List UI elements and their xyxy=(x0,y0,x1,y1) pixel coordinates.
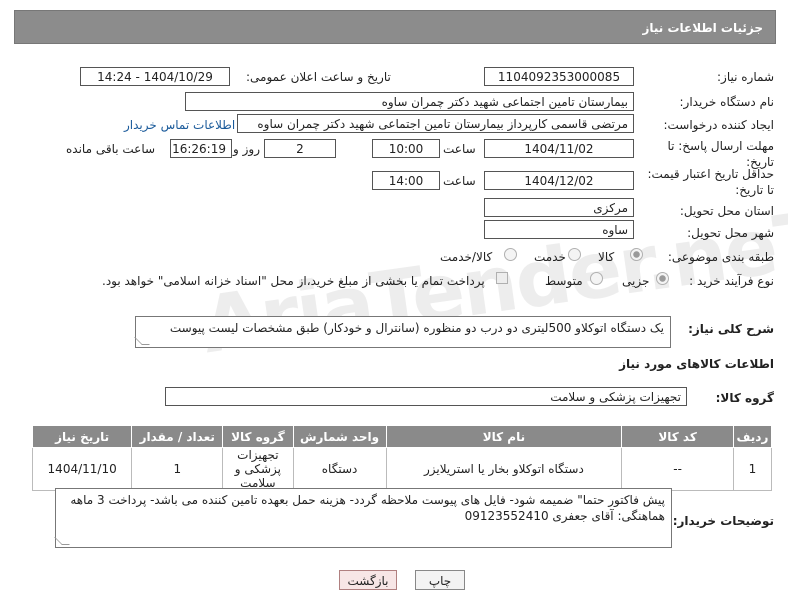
city-label: شهر محل تحویل: xyxy=(687,226,774,240)
resize-grip-icon[interactable] xyxy=(134,337,150,345)
reply-time-field: 10:00 xyxy=(372,139,440,158)
col-header-qty: تعداد / مقدار xyxy=(131,425,224,448)
goods-group-label: گروه کالا: xyxy=(715,391,774,405)
days-label: روز و xyxy=(233,142,260,156)
days-remaining-field: 2 xyxy=(264,139,336,158)
page-title: جزئیات اطلاعات نیاز xyxy=(14,10,776,44)
category-radio-goods[interactable] xyxy=(630,248,643,264)
remaining-time-label: ساعت باقی مانده xyxy=(66,142,156,156)
buyer-notes-label: توضیحات خریدار: xyxy=(672,514,774,528)
treasury-payment-note: پرداخت تمام یا بخشی از مبلغ خرید،از محل … xyxy=(102,274,485,288)
col-header-date: تاریخ نیاز xyxy=(31,425,133,448)
city-field: ساوه xyxy=(484,220,634,239)
cell-name: دستگاه اتوکلاو بخار یا استریلایزر xyxy=(385,447,623,491)
cell-date: 1404/11/10 xyxy=(31,447,133,491)
category-service-label: خدمت xyxy=(534,250,566,264)
cell-row: 1 xyxy=(732,447,773,491)
need-number-field: 1104092353000085 xyxy=(484,67,634,86)
price-validity-label: حداقل تاریخ اعتبار قیمت: تا تاریخ: xyxy=(647,167,774,197)
table-row[interactable]: 1 -- دستگاه اتوکلاو بخار یا استریلایزر د… xyxy=(31,447,773,491)
resize-grip-icon[interactable] xyxy=(54,537,70,545)
category-goods-label: کالا xyxy=(598,250,615,264)
col-header-unit: واحد شمارش xyxy=(292,425,387,448)
goods-table: ردیف کد کالا نام کالا واحد شمارش گروه کا… xyxy=(31,425,773,491)
announce-date-field: 1404/10/29 - 14:24 xyxy=(80,67,230,86)
need-number-label: شماره نیاز: xyxy=(717,70,774,84)
reply-time-label: ساعت xyxy=(443,142,476,156)
col-header-name: نام کالا xyxy=(385,425,623,448)
requester-field: مرتضی قاسمی کارپرداز بیمارستان تامین اجت… xyxy=(237,114,634,133)
table-header-row: ردیف کد کالا نام کالا واحد شمارش گروه کا… xyxy=(31,425,773,448)
general-desc-textarea[interactable]: یک دستگاه اتوکلاو 500لیتری دو درب دو منظ… xyxy=(134,316,671,348)
process-minor-label: جزیی xyxy=(622,274,650,288)
price-validity-time-field: 14:00 xyxy=(372,171,440,190)
print-button[interactable]: چاپ xyxy=(415,570,465,590)
buyer-org-field: بیمارستان تامین اجتماعی شهید دکتر چمران … xyxy=(185,92,634,111)
category-radio-service[interactable] xyxy=(568,248,581,264)
cell-qty: 1 xyxy=(131,447,224,491)
cell-code: -- xyxy=(621,447,734,491)
goods-group-field: تجهیزات پزشکی و سلامت xyxy=(165,387,687,406)
buyer-org-label: نام دستگاه خریدار: xyxy=(679,95,775,109)
goods-info-title: اطلاعات کالاهای مورد نیاز xyxy=(619,357,774,371)
treasury-payment-checkbox[interactable] xyxy=(496,272,508,287)
col-header-row: ردیف xyxy=(732,425,773,448)
category-goods-service-label: کالا/خدمت xyxy=(440,250,493,264)
reply-date-field: 1404/11/02 xyxy=(484,139,634,158)
buyer-notes-text: پیش فاکتور حتما" ضمیمه شود- فایل های پیو… xyxy=(70,493,665,523)
remaining-time-field: 16:26:19 xyxy=(170,139,232,158)
announce-date-label: تاریخ و ساعت اعلان عمومی: xyxy=(246,70,391,84)
general-desc-label: شرح کلی نیاز: xyxy=(688,322,774,336)
category-label: طبقه بندی موضوعی: xyxy=(667,250,774,264)
col-header-group: گروه کالا xyxy=(222,425,294,448)
province-field: مرکزی xyxy=(484,198,634,217)
buyer-notes-textarea[interactable]: پیش فاکتور حتما" ضمیمه شود- فایل های پیو… xyxy=(54,488,672,548)
general-desc-text: یک دستگاه اتوکلاو 500لیتری دو درب دو منظ… xyxy=(169,321,664,335)
province-label: استان محل تحویل: xyxy=(679,204,774,218)
cell-group: تجهیزات پزشکی و سلامت xyxy=(222,447,294,491)
cell-unit: دستگاه xyxy=(292,447,387,491)
back-button[interactable]: بازگشت xyxy=(339,570,397,590)
category-radio-goods-service[interactable] xyxy=(504,248,517,264)
process-label: نوع فرآیند خرید : xyxy=(689,274,774,288)
requester-label: ایجاد کننده درخواست: xyxy=(663,118,774,132)
price-validity-date-field: 1404/12/02 xyxy=(484,171,634,190)
buyer-contact-link[interactable]: اطلاعات تماس خریدار xyxy=(124,118,235,132)
process-radio-medium[interactable] xyxy=(590,272,603,288)
price-validity-time-label: ساعت xyxy=(443,174,476,188)
process-radio-minor[interactable] xyxy=(656,272,669,288)
process-medium-label: متوسط xyxy=(545,274,583,288)
col-header-code: کد کالا xyxy=(621,425,734,448)
